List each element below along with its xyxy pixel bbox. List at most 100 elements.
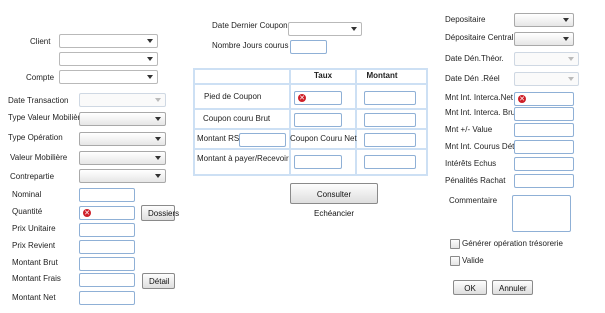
- contrepartie-select[interactable]: [79, 169, 166, 183]
- chevron-down-icon: [155, 98, 161, 102]
- chevron-down-icon: [155, 156, 161, 160]
- montant-frais-field[interactable]: [79, 273, 135, 287]
- depositaire-central-label: Dépositaire Central: [445, 33, 514, 42]
- quantite-label: Quantité: [12, 207, 43, 216]
- valeur-mobiliere-select[interactable]: [79, 151, 166, 165]
- depositaire-select[interactable]: [514, 13, 574, 27]
- coupon-couru-net-montant-field[interactable]: [364, 133, 416, 147]
- commentaire-textarea[interactable]: [512, 195, 571, 232]
- client-subselect[interactable]: [59, 52, 158, 66]
- col-taux-header: Taux: [313, 71, 333, 80]
- chevron-down-icon: [155, 174, 161, 178]
- date-transaction-label: Date Transaction: [8, 96, 69, 105]
- montant-rs-field[interactable]: [239, 133, 286, 147]
- mnt-int-interca-brut-field[interactable]: [514, 107, 574, 121]
- chevron-down-icon: [155, 137, 161, 141]
- prix-revient-label: Prix Revient: [12, 241, 56, 250]
- montant-brut-label: Montant Brut: [12, 258, 58, 267]
- type-operation-select[interactable]: [79, 132, 166, 146]
- penalites-rachat-label: Pénalités Rachat: [445, 176, 506, 185]
- contrepartie-label: Contrepartie: [10, 172, 55, 181]
- montant-rs-label: Montant RS: [197, 134, 240, 143]
- coupon-couru-brut-montant-field[interactable]: [364, 113, 416, 127]
- coupon-couru-brut-taux-field[interactable]: [294, 113, 342, 127]
- mnt-int-interca-net-field[interactable]: ✕: [514, 92, 574, 106]
- nombre-jours-field[interactable]: [290, 40, 327, 54]
- error-icon: ✕: [83, 209, 91, 217]
- generer-checkbox[interactable]: [450, 239, 460, 249]
- ok-button[interactable]: OK: [453, 280, 487, 295]
- montant-brut-field[interactable]: [79, 257, 135, 271]
- date-den-theor-picker[interactable]: [514, 52, 579, 66]
- mnt-value-field[interactable]: [514, 123, 574, 137]
- col-montant-header: Montant: [366, 71, 398, 80]
- grid-divider: [193, 128, 428, 130]
- pied-coupon-montant-field[interactable]: [364, 91, 416, 105]
- depositaire-label: Depositaire: [445, 15, 486, 24]
- grid-divider: [193, 83, 428, 85]
- valide-label: Valide: [462, 256, 484, 265]
- chevron-down-icon: [351, 27, 357, 31]
- chevron-down-icon: [563, 18, 569, 22]
- generer-label: Générer opération trésorerie: [462, 239, 563, 248]
- montant-payer-taux-field[interactable]: [294, 155, 342, 169]
- nominal-field[interactable]: [79, 188, 135, 202]
- type-valeur-label: Type Valeur Mobilière: [8, 113, 85, 122]
- montant-frais-label: Montant Frais: [12, 274, 61, 283]
- depositaire-central-select[interactable]: [514, 32, 574, 46]
- montant-net-label: Montant Net: [12, 293, 56, 302]
- chevron-down-icon: [563, 37, 569, 41]
- chevron-down-icon: [568, 57, 574, 61]
- compte-select[interactable]: [59, 70, 158, 84]
- prix-unitaire-field[interactable]: [79, 223, 135, 237]
- commentaire-label: Commentaire: [449, 196, 498, 205]
- type-operation-label: Type Opération: [8, 133, 63, 142]
- coupon-couru-net-label: Coupon Couru Net: [290, 134, 357, 143]
- type-valeur-select[interactable]: [79, 112, 166, 126]
- error-icon: ✕: [518, 95, 526, 103]
- mnt-value-label: Mnt +/- Value: [445, 125, 493, 134]
- chevron-down-icon: [155, 117, 161, 121]
- mnt-int-courus-field[interactable]: [514, 140, 574, 154]
- chevron-down-icon: [147, 39, 153, 43]
- grid-divider: [193, 148, 428, 150]
- grid-divider: [289, 68, 291, 176]
- date-dernier-coupon-picker[interactable]: [288, 22, 362, 36]
- prix-revient-field[interactable]: [79, 240, 135, 254]
- coupon-couru-brut-label: Coupon couru Brut: [203, 114, 271, 123]
- mnt-int-interca-brut-label: Mnt Int. Interca. Brut: [445, 108, 518, 117]
- mnt-int-courus-label: Mnt Int. Courus Dét.: [445, 142, 517, 151]
- penalites-rachat-field[interactable]: [514, 174, 574, 188]
- chevron-down-icon: [147, 75, 153, 79]
- date-den-theor-label: Date Dén.Théor.: [445, 54, 504, 63]
- annuler-button[interactable]: Annuler: [492, 280, 533, 295]
- date-dernier-coupon-label: Date Dernier Coupon: [212, 21, 288, 30]
- montant-payer-label: Montant à payer/Recevoir: [197, 154, 289, 163]
- date-den-reel-picker[interactable]: [514, 72, 579, 86]
- valide-checkbox[interactable]: [450, 256, 460, 266]
- pied-coupon-taux-field[interactable]: ✕: [294, 91, 342, 105]
- nominal-label: Nominal: [12, 190, 42, 199]
- detail-button[interactable]: Détail: [142, 273, 175, 289]
- chevron-down-icon: [568, 77, 574, 81]
- pied-coupon-label: Pied de Coupon: [204, 92, 262, 101]
- compte-label: Compte: [26, 73, 55, 82]
- grid-divider: [193, 108, 428, 110]
- quantite-field[interactable]: ✕: [79, 206, 135, 220]
- grid-divider: [355, 68, 357, 176]
- interets-echus-field[interactable]: [514, 157, 574, 171]
- montant-payer-montant-field[interactable]: [364, 155, 416, 169]
- prix-unitaire-label: Prix Unitaire: [12, 224, 56, 233]
- montant-net-field[interactable]: [79, 291, 135, 305]
- nombre-jours-label: Nombre Jours courus: [212, 41, 289, 50]
- error-icon: ✕: [298, 94, 306, 102]
- consulter-echeancier-button[interactable]: Consulter Echéancier: [290, 183, 378, 218]
- dossiers-button[interactable]: Dossiers: [141, 205, 179, 221]
- chevron-down-icon: [147, 57, 153, 61]
- valeur-mobiliere-label: Valeur Mobilière: [10, 153, 68, 162]
- mnt-int-interca-net-label: Mnt Int. Interca.Net: [445, 93, 514, 102]
- date-transaction-picker[interactable]: [79, 93, 166, 107]
- client-select[interactable]: [59, 34, 158, 48]
- client-label: Client: [30, 37, 51, 46]
- date-den-reel-label: Date Dén .Réel: [445, 74, 500, 83]
